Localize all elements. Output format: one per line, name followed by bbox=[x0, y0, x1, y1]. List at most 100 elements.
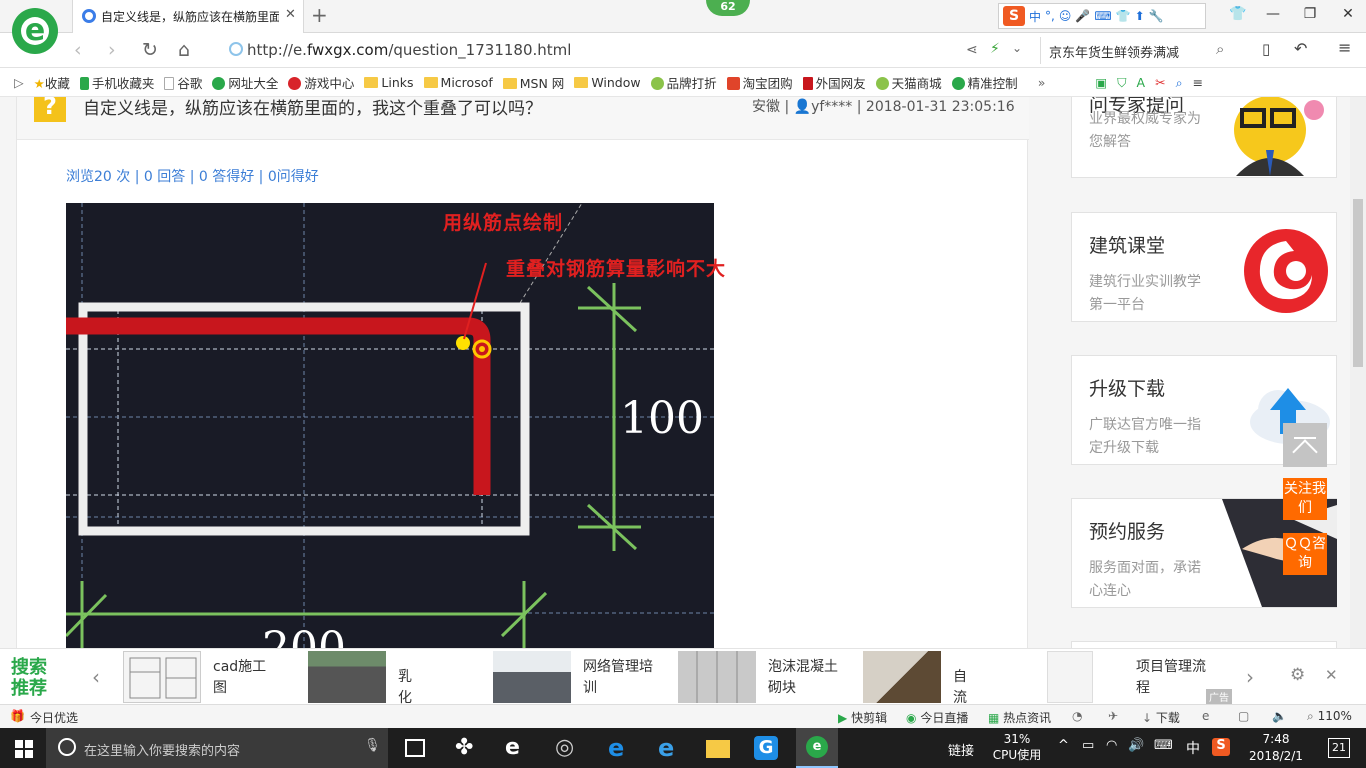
speed-icon[interactable]: ◔ bbox=[1072, 709, 1082, 723]
bookmark-item[interactable]: ★收藏 bbox=[34, 73, 70, 92]
bookmarks-menu-icon[interactable]: ≡ bbox=[1193, 75, 1203, 90]
url-field[interactable]: http://e.fwxgx.com/question_1731180.html bbox=[247, 41, 571, 59]
bookmark-item[interactable]: 天猫商城 bbox=[875, 73, 942, 92]
status-quick-edit[interactable]: ▶ 快剪辑 bbox=[838, 709, 887, 726]
bookmark-item[interactable]: 精准控制 bbox=[951, 73, 1018, 92]
ime-item[interactable]: 👕 bbox=[1116, 9, 1131, 23]
glodon-taskbar-icon[interactable]: G bbox=[754, 736, 778, 760]
bookmark-item[interactable]: 网址大全 bbox=[212, 73, 278, 92]
wifi-icon[interactable]: ◠ bbox=[1106, 738, 1117, 753]
sogou-icon[interactable]: S bbox=[1003, 6, 1025, 26]
page-scrollbar[interactable] bbox=[1350, 97, 1366, 648]
network-icon[interactable]: ▭ bbox=[1082, 738, 1094, 753]
forward-icon[interactable]: › bbox=[108, 39, 116, 61]
more-bookmarks-icon[interactable]: » bbox=[1038, 75, 1046, 90]
site-security-icon[interactable] bbox=[229, 42, 243, 56]
qq-consult-button[interactable]: ＱＱ咨询 bbox=[1283, 533, 1327, 575]
chevron-down-icon[interactable]: ⌄ bbox=[1012, 41, 1022, 55]
tray-chevron-icon[interactable]: ^ bbox=[1058, 738, 1069, 753]
ime-item[interactable]: 🎤 bbox=[1075, 9, 1090, 23]
strip-next-icon[interactable]: › bbox=[1246, 665, 1254, 689]
ime-item[interactable]: °, bbox=[1045, 9, 1055, 23]
ie-mode-icon[interactable]: e bbox=[1202, 709, 1209, 723]
home-icon[interactable]: ⌂ bbox=[178, 39, 190, 61]
links-toolbar[interactable]: 链接 bbox=[948, 740, 974, 759]
undo-icon[interactable]: ↶ bbox=[1294, 39, 1307, 58]
new-tab-button[interactable]: + bbox=[311, 3, 328, 27]
ie-icon[interactable]: e bbox=[658, 736, 682, 760]
refresh-icon[interactable]: ↻ bbox=[142, 39, 158, 61]
settings-icon[interactable]: ⚙ bbox=[1290, 665, 1305, 685]
minimize-button[interactable]: — bbox=[1263, 6, 1283, 22]
status-news[interactable]: ▦ 热点资讯 bbox=[988, 709, 1051, 726]
bookmark-item[interactable]: Links bbox=[364, 75, 414, 90]
ime-item[interactable]: ⌨ bbox=[1094, 9, 1111, 23]
edge-icon[interactable]: e bbox=[608, 736, 632, 760]
translate-icon[interactable]: A bbox=[1137, 75, 1146, 90]
keyboard-icon[interactable]: ⌨ bbox=[1154, 738, 1173, 753]
browser-logo-icon[interactable]: e bbox=[12, 8, 58, 54]
question-author[interactable]: yf**** bbox=[811, 99, 852, 115]
ime-indicator[interactable]: 中 bbox=[1186, 738, 1200, 758]
bookmark-item[interactable]: 手机收藏夹 bbox=[79, 73, 154, 92]
bookmark-item[interactable]: 游戏中心 bbox=[288, 73, 354, 92]
zoom-level[interactable]: ⌕ 110% bbox=[1307, 709, 1352, 724]
mobile-icon[interactable]: ▯ bbox=[1262, 40, 1270, 58]
task-view-icon[interactable] bbox=[405, 739, 425, 757]
sidebar-toggle-icon[interactable]: ▷ bbox=[14, 75, 24, 90]
browser-taskbar-icon[interactable]: e bbox=[505, 736, 529, 760]
ime-item[interactable]: 中 bbox=[1029, 8, 1041, 25]
bookmark-item[interactable]: 外国网友 bbox=[802, 73, 866, 92]
file-explorer-icon[interactable] bbox=[706, 740, 730, 758]
sogou-tray-icon[interactable]: S bbox=[1212, 738, 1230, 756]
skin-icon[interactable]: 👕 bbox=[1228, 6, 1248, 22]
volume-icon[interactable]: 🔊 bbox=[1128, 738, 1144, 753]
menu-icon[interactable]: ≡ bbox=[1338, 38, 1351, 57]
bookmark-item[interactable]: Microsof bbox=[423, 75, 493, 90]
bookmark-item[interactable]: 谷歌 bbox=[164, 73, 202, 92]
tab-current[interactable]: 自定义线是，纵筋应该在横筋里面 ✕ bbox=[72, 0, 304, 33]
bookmark-item[interactable]: Window bbox=[574, 75, 641, 90]
back-icon[interactable]: ‹ bbox=[74, 39, 82, 61]
bookmark-item[interactable]: 淘宝团购 bbox=[726, 73, 793, 92]
active-app-tile[interactable]: e bbox=[796, 728, 838, 768]
ime-item[interactable]: ⬆ bbox=[1135, 9, 1145, 23]
pin-icon[interactable]: ✈ bbox=[1108, 709, 1118, 723]
follow-us-button[interactable]: 关注我们 bbox=[1283, 478, 1327, 520]
cpu-usage[interactable]: 31% CPU使用 bbox=[992, 731, 1042, 763]
ime-item[interactable]: 🔧 bbox=[1149, 9, 1164, 23]
search-input[interactable]: 京东年货生鲜领券满减 bbox=[1040, 37, 1240, 64]
window-icon[interactable]: ▢ bbox=[1238, 709, 1249, 723]
close-icon[interactable]: ✕ bbox=[1325, 666, 1338, 684]
ime-item[interactable]: ☺ bbox=[1059, 9, 1072, 23]
today-picks-link[interactable]: 今日优选 bbox=[30, 709, 78, 726]
back-to-top-button[interactable] bbox=[1283, 423, 1327, 467]
bookmark-item[interactable]: MSN 网 bbox=[502, 73, 564, 92]
fan-app-icon[interactable]: ✤ bbox=[455, 736, 479, 760]
clock[interactable]: 7:48 2018/2/1 bbox=[1244, 731, 1308, 765]
wallet-icon[interactable]: ⛉ bbox=[1117, 75, 1126, 91]
question-stats[interactable]: 浏览20 次 | 0 回答 | 0 答得好 | 0问得好 bbox=[66, 166, 319, 186]
card-building-class[interactable]: 建筑课堂 建筑行业实训教学第一平台 bbox=[1071, 212, 1337, 322]
status-download[interactable]: ↓ 下载 bbox=[1142, 709, 1180, 726]
share-icon[interactable]: ⋖ bbox=[966, 42, 978, 58]
reader-icon[interactable]: ▣ bbox=[1095, 75, 1107, 90]
strip-prev-icon[interactable]: ‹ bbox=[92, 665, 100, 689]
windows-start-icon[interactable] bbox=[15, 740, 33, 758]
taskbar-search-input[interactable]: 在这里输入你要搜索的内容 🎙 bbox=[46, 728, 388, 768]
find-icon[interactable]: ⌕ bbox=[1176, 75, 1183, 91]
scrollbar-thumb[interactable] bbox=[1353, 199, 1363, 367]
swirl-app-icon[interactable]: ◎ bbox=[555, 736, 579, 760]
flash-icon[interactable]: ⚡ bbox=[990, 41, 1000, 57]
sogou-ime-toolbar[interactable]: S 中 °, ☺ 🎤 ⌨ 👕 ⬆ 🔧 bbox=[998, 3, 1206, 29]
close-window-button[interactable]: ✕ bbox=[1338, 6, 1358, 22]
bookmark-item[interactable]: 品牌打折 bbox=[650, 73, 717, 92]
mute-icon[interactable]: 🔈 bbox=[1272, 709, 1287, 723]
microphone-icon[interactable]: 🎙 bbox=[364, 738, 381, 753]
tab-close-icon[interactable]: ✕ bbox=[285, 7, 296, 22]
restore-button[interactable]: ❐ bbox=[1300, 6, 1320, 22]
search-icon[interactable]: ⌕ bbox=[1216, 40, 1224, 58]
screenshot-icon[interactable]: ✂ bbox=[1155, 75, 1165, 90]
card-expert[interactable]: 问专家提问 业界最权威专家为您解答 bbox=[1071, 97, 1337, 178]
status-live[interactable]: ◉ 今日直播 bbox=[906, 709, 968, 726]
